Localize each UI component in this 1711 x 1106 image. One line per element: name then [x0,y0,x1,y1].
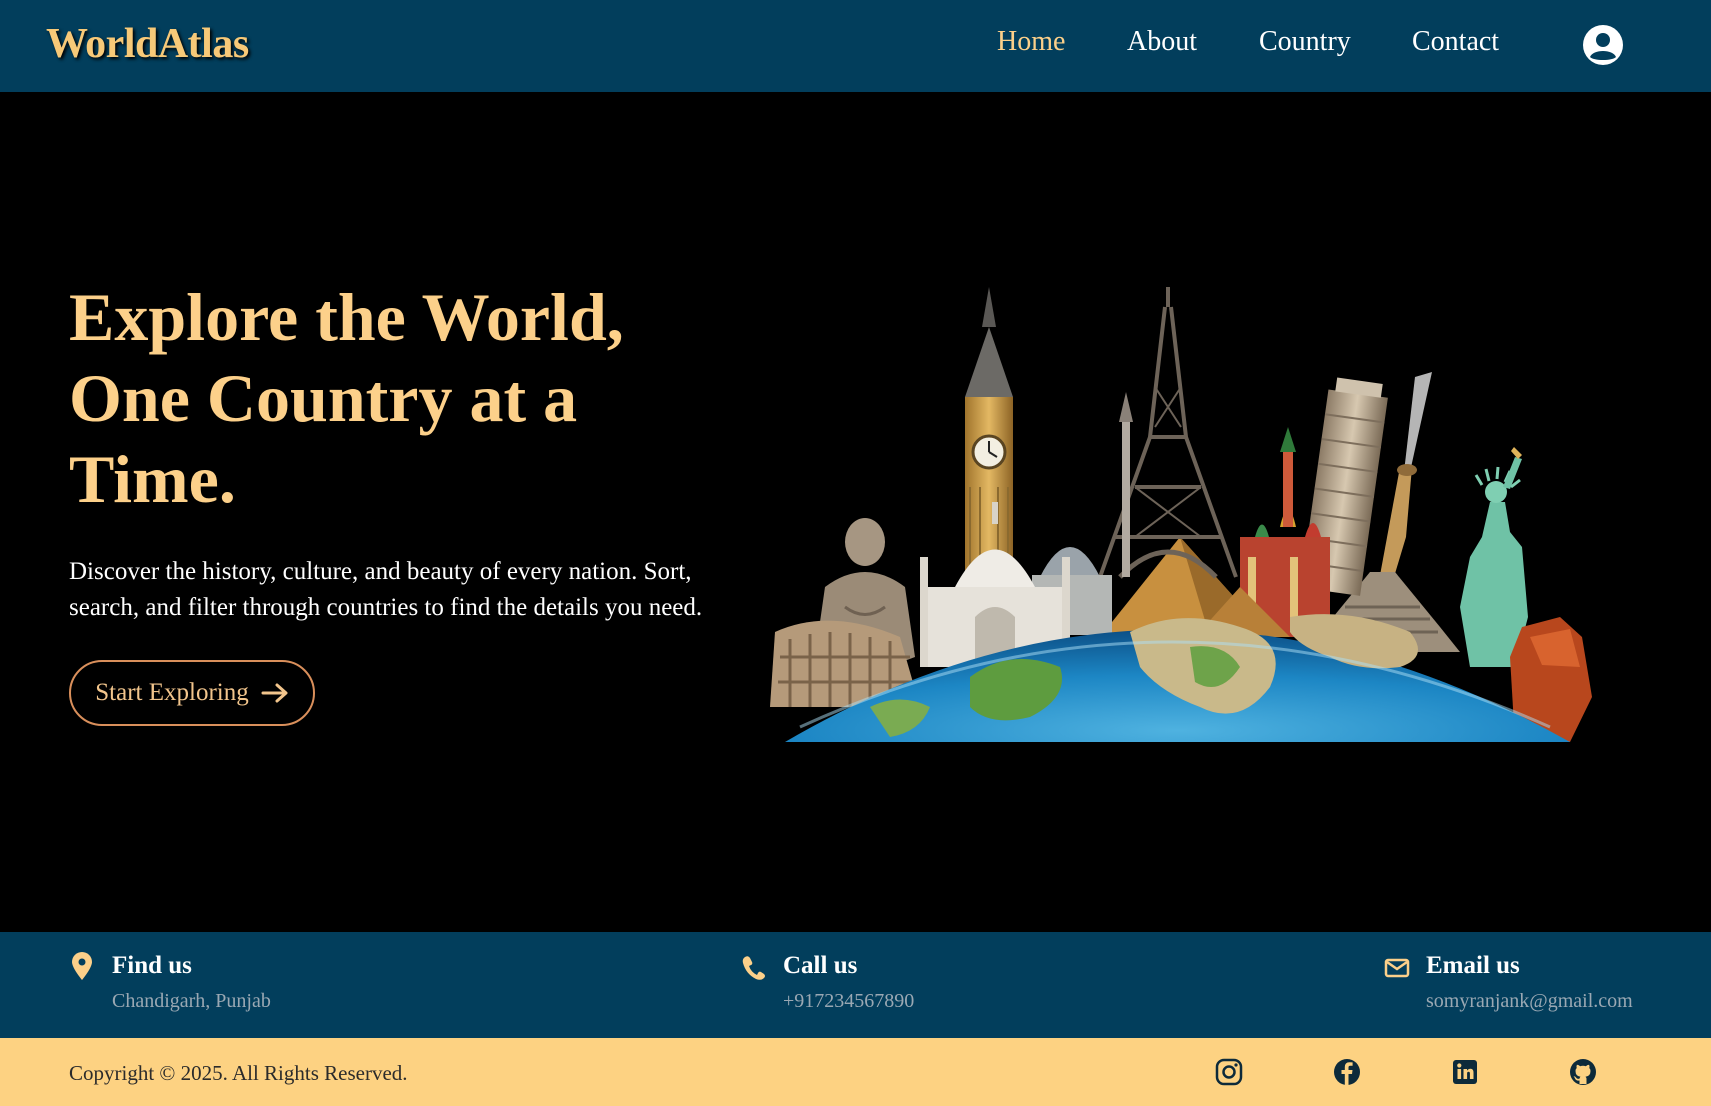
contact-info-bar: Find us Chandigarh, Punjab Call us +9172… [0,932,1711,1038]
call-us-title: Call us [783,952,858,979]
nav-home[interactable]: Home [997,26,1065,58]
nav-about[interactable]: About [1127,26,1197,58]
nav-contact[interactable]: Contact [1412,26,1499,58]
email-us-title: Email us [1426,952,1520,979]
call-us-phone[interactable]: +917234567890 [783,990,914,1013]
instagram-icon[interactable] [1214,1057,1244,1087]
copyright-text: Copyright © 2025. All Rights Reserved. [69,1061,408,1085]
find-us-block: Find us Chandigarh, Punjab [112,952,271,1013]
map-pin-icon [72,952,92,980]
hero-section: Explore the World, One Country at a Time… [0,92,1711,932]
main-nav: Home About Country Contact [0,26,1711,66]
site-header: WorldAtlas Home About Country Contact [0,0,1711,92]
site-footer: Copyright © 2025. All Rights Reserved. [0,1038,1711,1106]
email-us-block: Email us somyranjank@gmail.com [1426,952,1633,1013]
hero-title: Explore the World, One Country at a Time… [69,279,624,517]
call-us-block: Call us +917234567890 [783,952,914,1013]
phone-icon [742,956,765,980]
start-exploring-button[interactable]: Start Exploring [69,660,315,726]
start-exploring-label: Start Exploring [95,679,249,706]
linkedin-icon[interactable] [1450,1057,1480,1087]
world-landmarks-image [770,287,1592,742]
github-icon[interactable] [1568,1057,1598,1087]
email-us-address[interactable]: somyranjank@gmail.com [1426,990,1633,1013]
user-circle-icon[interactable] [1582,24,1624,66]
facebook-icon[interactable] [1332,1057,1362,1087]
find-us-title: Find us [112,952,192,979]
nav-country[interactable]: Country [1259,26,1351,58]
find-us-location: Chandigarh, Punjab [112,990,271,1012]
mail-icon [1384,958,1410,978]
arrow-right-icon [261,683,288,703]
hero-description: Discover the history, culture, and beaut… [69,558,703,621]
